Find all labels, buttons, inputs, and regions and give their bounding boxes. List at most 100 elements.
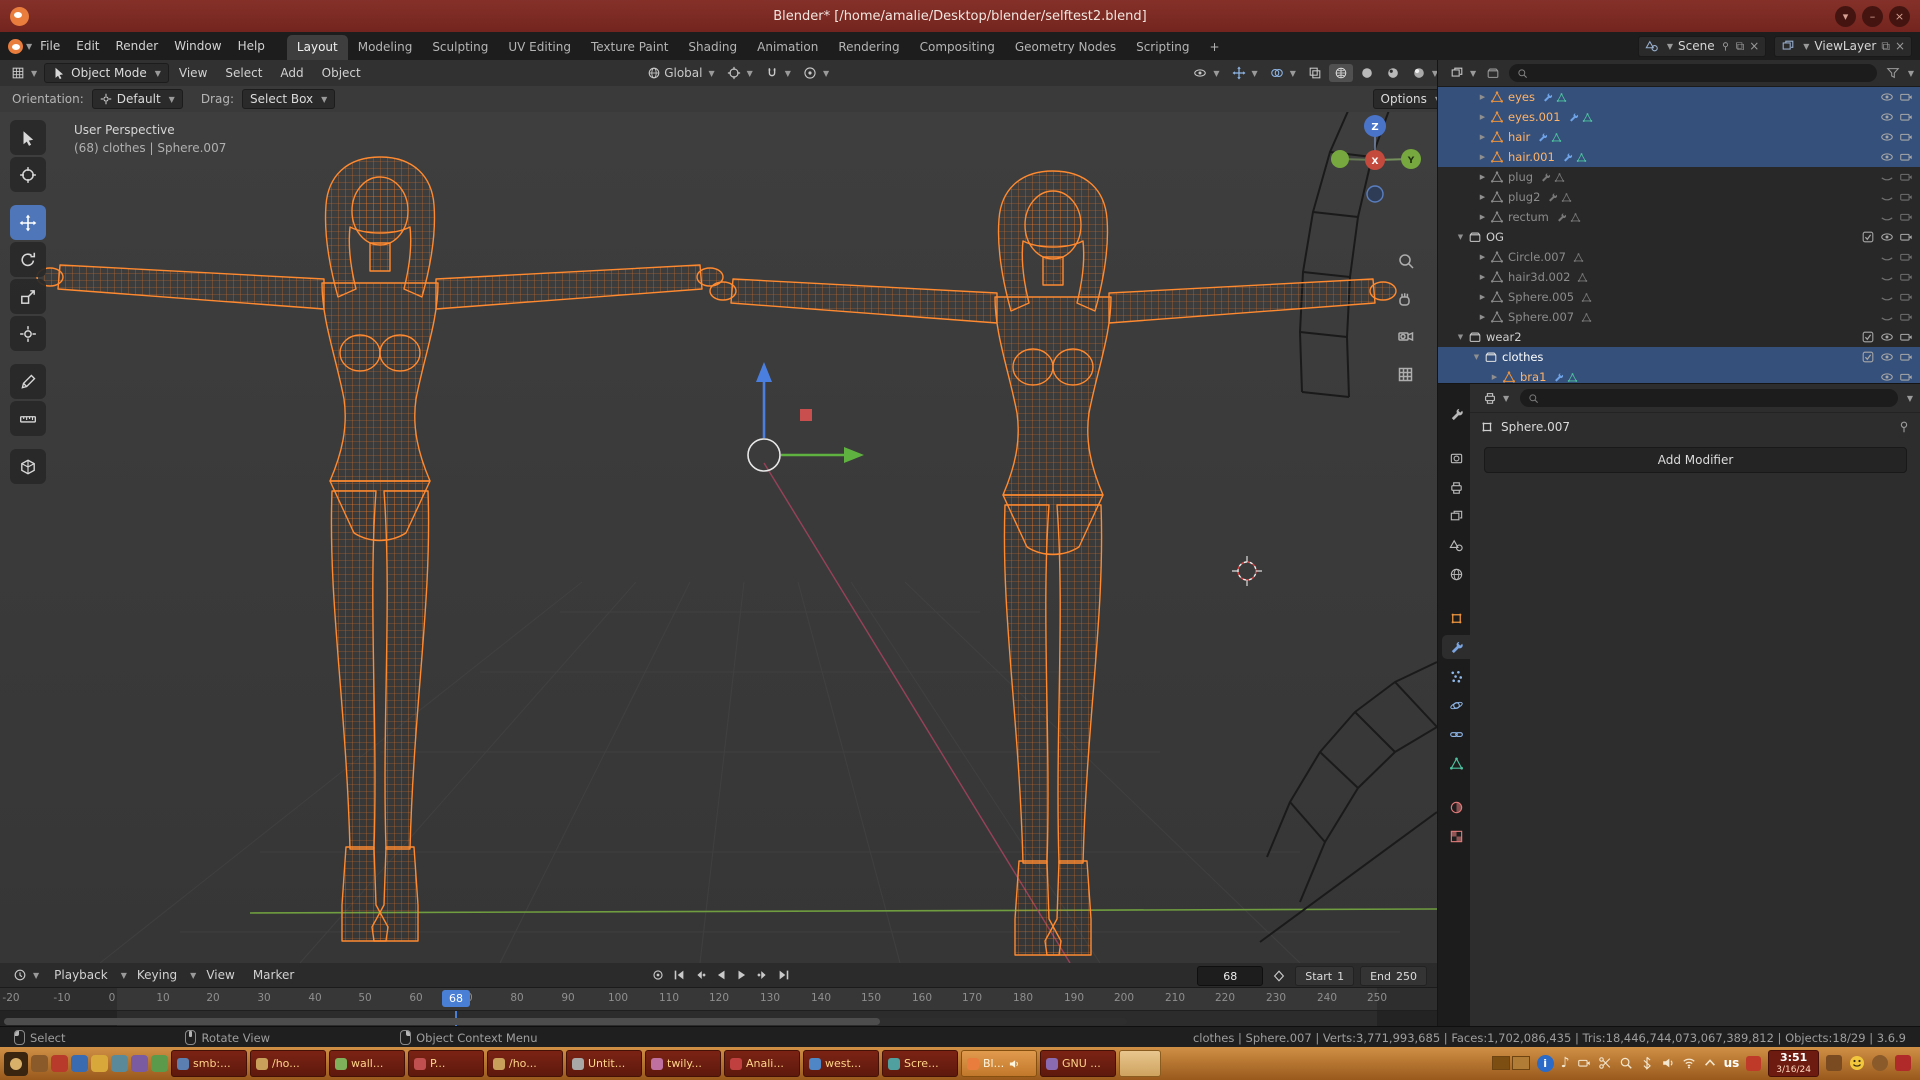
display-mode-icon[interactable] — [1486, 66, 1500, 80]
disable-render-icon[interactable] — [1899, 270, 1913, 284]
playhead-badge[interactable]: 68 — [442, 990, 470, 1007]
tab-tool[interactable] — [1442, 402, 1470, 426]
disable-render-icon[interactable] — [1899, 190, 1913, 204]
app-launcher-icon[interactable] — [51, 1055, 68, 1072]
gizmo-plane-handle[interactable] — [800, 409, 812, 421]
disable-render-icon[interactable] — [1899, 230, 1913, 244]
prev-keyframe-button[interactable] — [690, 966, 710, 984]
transform-tool[interactable] — [10, 316, 46, 351]
workspace-pager[interactable] — [1492, 1056, 1530, 1070]
menu-view[interactable]: View — [171, 63, 215, 83]
transform-orientation-selector[interactable]: Global ▼ — [642, 64, 719, 82]
screenshot-tray-icon[interactable] — [1577, 1056, 1591, 1070]
add-primitive-tool[interactable] — [10, 449, 46, 484]
disable-render-icon[interactable] — [1899, 310, 1913, 324]
outliner-row[interactable]: ▶hair.001 — [1438, 147, 1920, 167]
tab-particles[interactable] — [1442, 664, 1470, 688]
jump-to-start-button[interactable] — [669, 966, 689, 984]
search-tray-icon[interactable] — [1619, 1056, 1633, 1070]
app-tray-icon[interactable] — [1872, 1055, 1888, 1071]
axis-z-neg-ball[interactable] — [1367, 186, 1383, 202]
hide-eye-icon[interactable] — [1880, 330, 1894, 344]
taskbar-window-button[interactable]: Untit... — [566, 1050, 642, 1077]
tab-constraints[interactable] — [1442, 722, 1470, 746]
pin-icon[interactable] — [1897, 420, 1911, 434]
taskbar-window-button[interactable]: Scre... — [882, 1050, 958, 1077]
workspace-tab-texture-paint[interactable]: Texture Paint — [581, 35, 678, 60]
outliner-row[interactable]: ▶plug2 — [1438, 187, 1920, 207]
menu-timeline-view[interactable]: View — [198, 965, 242, 985]
shading-material-button[interactable] — [1381, 64, 1405, 82]
outliner-row[interactable]: ▶plug — [1438, 167, 1920, 187]
disable-render-icon[interactable] — [1899, 170, 1913, 184]
hidden-eye-icon[interactable] — [1880, 250, 1894, 264]
app-launcher-icon[interactable] — [111, 1055, 128, 1072]
timeline-tracks[interactable] — [0, 1011, 1437, 1027]
smiley-tray-icon[interactable] — [1849, 1055, 1865, 1071]
outliner-row[interactable]: ▶rectum — [1438, 207, 1920, 227]
tab-view-layer[interactable] — [1442, 504, 1470, 528]
properties-search-input[interactable] — [1520, 389, 1898, 407]
taskbar-window-button[interactable]: wall... — [329, 1050, 405, 1077]
hide-eye-icon[interactable] — [1880, 150, 1894, 164]
hidden-eye-icon[interactable] — [1880, 210, 1894, 224]
pan-hand-button[interactable] — [1400, 293, 1409, 305]
minimize-window-button[interactable]: – — [1862, 6, 1883, 27]
view-layer-selector[interactable]: ▼ ViewLayer ⧉ × — [1774, 36, 1912, 57]
scale-tool[interactable] — [10, 279, 46, 314]
menu-render[interactable]: Render — [108, 36, 167, 56]
orientation-setting-dropdown[interactable]: Default ▼ — [92, 89, 183, 109]
tab-texture[interactable] — [1442, 824, 1470, 848]
disable-render-icon[interactable] — [1899, 110, 1913, 124]
disable-render-icon[interactable] — [1899, 350, 1913, 364]
disclosure-icon[interactable]: ▶ — [1476, 133, 1489, 141]
disable-render-icon[interactable] — [1899, 90, 1913, 104]
taskbar-window-button[interactable]: Anali... — [724, 1050, 800, 1077]
collection-checkbox-icon[interactable] — [1861, 230, 1875, 244]
disclosure-icon[interactable]: ▶ — [1476, 173, 1489, 181]
app-launcher-icon[interactable] — [91, 1055, 108, 1072]
snap-selector[interactable]: ▼ — [760, 64, 796, 82]
tab-material[interactable] — [1442, 795, 1470, 819]
disclosure-icon[interactable]: ▶ — [1488, 373, 1501, 381]
window-titlebar[interactable]: Blender* [/home/amalie/Desktop/blender/s… — [0, 0, 1920, 32]
disclosure-icon[interactable]: ▼ — [1470, 353, 1483, 361]
axis-y-neg-ball[interactable] — [1331, 150, 1349, 168]
hidden-eye-icon[interactable] — [1880, 170, 1894, 184]
timeline-editor-type-button[interactable]: ▼ — [8, 966, 44, 984]
menu-playback[interactable]: Playback — [46, 965, 116, 985]
properties-editor-type-button[interactable]: ▼ — [1478, 389, 1514, 407]
app-tray-icon[interactable] — [1826, 1055, 1842, 1071]
workspace-tab-compositing[interactable]: Compositing — [910, 35, 1005, 60]
pin-icon[interactable] — [1720, 41, 1731, 52]
gizmos-toggle[interactable]: ▼ — [1227, 64, 1263, 82]
workspace-cell[interactable] — [1492, 1056, 1510, 1070]
collection-checkbox-icon[interactable] — [1861, 350, 1875, 364]
tab-object[interactable] — [1442, 606, 1470, 630]
taskbar-window-button-active[interactable]: Bl... — [961, 1050, 1037, 1077]
outliner-row[interactable]: ▶hair — [1438, 127, 1920, 147]
disclosure-icon[interactable]: ▶ — [1476, 313, 1489, 321]
tab-physics[interactable] — [1442, 693, 1470, 717]
tab-modifiers[interactable] — [1442, 635, 1470, 659]
transform-move-gizmo[interactable] — [748, 362, 864, 471]
tab-output[interactable] — [1442, 475, 1470, 499]
hide-eye-icon[interactable] — [1880, 130, 1894, 144]
disable-render-icon[interactable] — [1899, 370, 1913, 383]
disable-render-icon[interactable] — [1899, 330, 1913, 344]
app-launcher-icon[interactable] — [131, 1055, 148, 1072]
hidden-eye-icon[interactable] — [1880, 310, 1894, 324]
xray-toggle[interactable] — [1303, 64, 1327, 82]
gizmo-y-arrow[interactable] — [844, 447, 864, 463]
toggle-ortho-button[interactable] — [1400, 369, 1412, 381]
zoom-button[interactable] — [1400, 255, 1413, 268]
tab-world[interactable] — [1442, 562, 1470, 586]
bluetooth-tray-icon[interactable] — [1640, 1056, 1654, 1070]
start-frame-field[interactable]: Start 1 — [1295, 966, 1354, 986]
outliner-collection-row[interactable]: ▼clothes — [1438, 347, 1920, 367]
select-box-tool[interactable] — [10, 120, 46, 155]
rotate-tool[interactable] — [10, 242, 46, 277]
menu-window[interactable]: Window — [166, 36, 229, 56]
notification-tray-icon[interactable]: i — [1537, 1055, 1554, 1072]
workspace-tab-rendering[interactable]: Rendering — [828, 35, 909, 60]
